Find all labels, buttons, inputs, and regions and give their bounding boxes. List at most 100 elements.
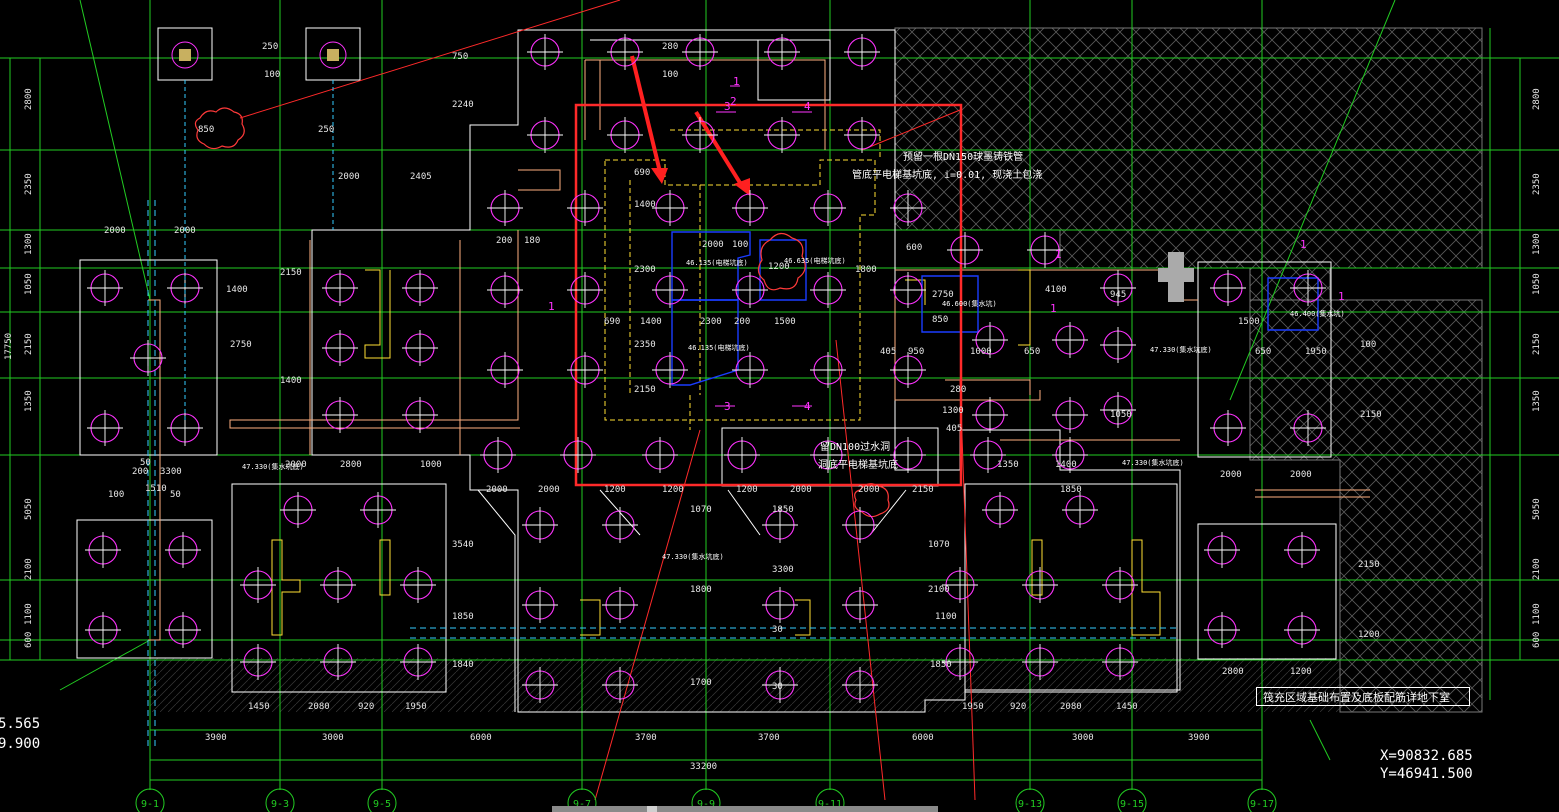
section-mark: 4 [804,100,811,113]
dimension-label: 100 [264,70,281,80]
pile-crosshair [1062,492,1098,528]
pile-crosshair [527,117,563,153]
scrollbar-thumb[interactable] [647,806,657,812]
dimension-label: 2100 [928,585,950,595]
lower-dimension: 1450 [248,702,270,712]
dimension-label: 690 [634,168,651,178]
dimension-label: 750 [452,52,469,62]
dimension-label: 3540 [452,540,474,550]
pile-crosshair [1052,397,1088,433]
level-label: 47.330(集水坑底) [1150,346,1212,354]
dimension-label: 100 [1360,340,1377,350]
pile-crosshair [724,437,760,473]
dimension-label: 1950 [1305,347,1327,357]
pile-crosshair [1284,612,1320,648]
dimension-label: 1500 [1238,317,1260,327]
pile-crosshair [402,330,438,366]
bottom-dimension: 3700 [635,733,657,743]
dimension-label: 600 [906,243,923,253]
pile-crosshair [732,190,768,226]
pile-crosshair [320,567,356,603]
drain-note-1: 留DN100过水洞 [820,442,891,453]
dimension-label: 250 [318,125,335,135]
dimension-label: 2300 [634,265,656,275]
dimension-label: 1400 [640,317,662,327]
dimension-label: 30 [772,682,783,692]
bottom-dimension: 6000 [470,733,492,743]
horizontal-scrollbar[interactable] [552,806,938,812]
pile-crosshair [762,587,798,623]
pile-crosshair [402,270,438,306]
pile-crosshair [982,492,1018,528]
pile-crosshair [87,270,123,306]
pipe-note-1: 预留一根DN150球墨铸铁管 [903,152,1024,163]
right-dimension: 1100 [1532,603,1542,625]
dimension-label: 100 [108,490,125,500]
pile-crosshair [844,117,880,153]
dimension-label: 950 [908,347,925,357]
dimension-label: 280 [950,385,967,395]
pile-crosshair [602,507,638,543]
axis-label: 9-1 [141,799,159,810]
dimension-label: 1850 [452,612,474,622]
pile-crosshair [947,232,983,268]
bottom-dimension: 3700 [758,733,780,743]
dimension-label: 2000 [104,226,126,236]
dimension-label: 1200 [1358,630,1380,640]
level-label: 46.135(电梯坑底) [688,344,750,352]
pile-crosshair [87,410,123,446]
section-mark: 1 [548,300,555,313]
section-mark: 1 [1338,290,1345,303]
dimension-label: 2000 [858,485,880,495]
right-dimension: 1050 [1532,273,1542,295]
left-dimension: 1100 [24,603,34,625]
bottom-dimension: 6000 [912,733,934,743]
dimension-label: 1200 [736,485,758,495]
pile-crosshair [487,190,523,226]
red-arrow-2 [694,110,750,196]
dimension-label: 1200 [604,485,626,495]
axis-label: 9-3 [271,799,289,810]
pile-crosshair [652,272,688,308]
right-dimension: 1300 [1532,233,1542,255]
dimension-label: 280 [662,42,679,52]
pile-crosshair [400,567,436,603]
axis-label: 9-5 [373,799,391,810]
pile-crosshair [844,34,880,70]
dimension-label: 1000 [970,347,992,357]
lower-dimension: 920 [358,702,375,712]
left-dimension: 2350 [24,173,34,195]
pile-crosshair [1204,532,1240,568]
pile-crosshair [607,117,643,153]
dimension-label: 405 [880,347,897,357]
dimension-label: 180 [524,236,541,246]
dimension-label: 2800 [340,460,362,470]
dimension-label: 1850 [930,660,952,670]
dimension-label: 1100 [935,612,957,622]
dimension-label: 1070 [928,540,950,550]
dimension-label: 2000 [538,485,560,495]
dimension-label: 1000 [420,460,442,470]
left-value: 5.565 [0,716,41,732]
level-label: 46.135(电梯坑底) [686,259,748,267]
pile-crosshair [130,340,166,376]
lower-dimension: 1950 [405,702,427,712]
right-dimension: 5050 [1532,498,1542,520]
pile-crosshair [642,437,678,473]
section-mark: 1 [1050,302,1057,315]
left-dimension: 600 [24,631,34,648]
dimension-label: 200 [132,467,149,477]
dimension-label: 2150 [280,268,302,278]
left-dimension: 2100 [24,558,34,580]
pile-crosshair [480,437,516,473]
dimension-label: 4100 [1045,285,1067,295]
dimension-label: 50 [170,490,181,500]
dimension-label: 200 [734,317,751,327]
drain-note-2: 洞底平电梯基坑底 [818,460,898,471]
right-dimension: 600 [1532,631,1542,648]
dimension-label: 2000 [1220,470,1242,480]
pile-crosshair [322,270,358,306]
top-column-markers [171,41,347,420]
dimension-label: 2750 [932,290,954,300]
axis-label: 9-17 [1250,799,1274,810]
